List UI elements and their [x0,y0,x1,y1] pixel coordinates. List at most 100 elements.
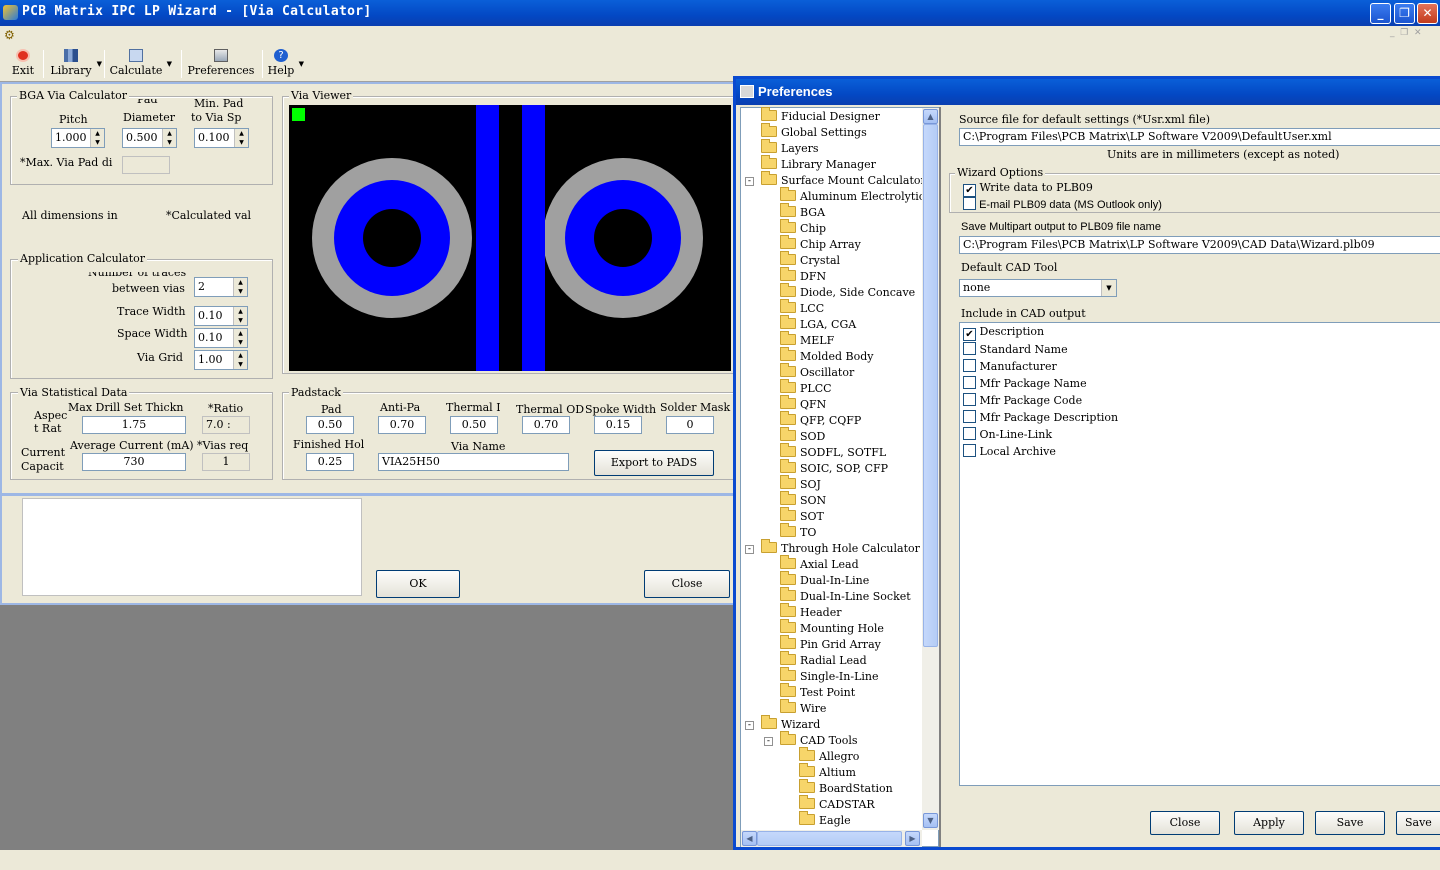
calculate-dropdown-icon[interactable]: ▼ [167,60,172,68]
include-item[interactable]: On-Line-Link [963,427,1052,441]
via-name-field[interactable]: VIA25H50 [378,453,569,471]
scroll-up-icon[interactable]: ▲ [923,109,938,124]
tree-item[interactable]: Axial Lead [780,555,859,573]
tree-hscroll-thumb[interactable] [757,831,902,846]
include-item[interactable]: Mfr Package Description [963,410,1118,424]
chevron-down-icon[interactable]: ▼ [1101,280,1116,296]
ok-button[interactable]: OK [376,570,460,598]
pad-diameter-spinner[interactable]: 0.500 ▲ ▼ [122,128,177,148]
checkmark-icon[interactable]: ✔ [963,184,976,197]
restore-button[interactable]: ❐ [1394,3,1415,24]
spoke-width-field[interactable]: 0.15 [594,416,642,434]
tree-item[interactable]: Global Settings [761,123,867,141]
source-file-field[interactable]: C:\Program Files\PCB Matrix\LP Software … [959,128,1440,146]
library-button[interactable]: Library ▼ [48,46,102,80]
checkbox-icon[interactable]: ✔ [963,328,976,341]
help-button[interactable]: ? Help ▼ [266,46,304,80]
spinner-arrows-icon[interactable]: ▲ ▼ [233,278,247,296]
tree-item[interactable]: Wire [780,699,826,717]
tree-item[interactable]: QFP, CQFP [780,411,861,429]
include-item[interactable]: Mfr Package Name [963,376,1087,390]
preferences-button[interactable]: Preferences [186,46,256,80]
finished-hole-field[interactable]: 0.25 [306,453,354,471]
trace-width-spinner[interactable]: 0.10 ▲ ▼ [194,306,248,326]
export-to-pads-button[interactable]: Export to PADS [594,450,714,476]
collapse-icon[interactable]: - [745,177,754,186]
checkbox-icon[interactable] [963,197,976,210]
pad-field[interactable]: 0.50 [306,416,354,434]
tree-item[interactable]: Mounting Hole [780,619,884,637]
tree-item[interactable]: Wizard [761,715,820,733]
spinner-arrows-icon[interactable]: ▲ ▼ [233,329,247,347]
minimize-button[interactable]: _ [1370,3,1391,24]
tree-item[interactable]: Fiducial Designer [761,107,880,125]
collapse-icon[interactable]: - [745,545,754,554]
spinner-arrows-icon[interactable]: ▲ ▼ [234,129,248,147]
write-plb09-checkbox[interactable]: ✔ Write data to PLB09 [963,181,1093,197]
tree-item[interactable]: Eagle [799,811,851,829]
library-dropdown-icon[interactable]: ▼ [97,60,102,68]
collapse-icon[interactable]: - [745,721,754,730]
tree-item[interactable]: BoardStation [799,779,893,797]
include-item[interactable]: Local Archive [963,444,1056,458]
tree-item[interactable]: Library Manager [761,155,876,173]
tree-item[interactable]: Chip Array [780,235,861,253]
tree-item[interactable]: CAD Tools [780,731,858,749]
tree-item[interactable]: TO [780,523,816,541]
save-multipart-field[interactable]: C:\Program Files\PCB Matrix\LP Software … [959,236,1440,254]
mdi-child-icon[interactable]: ⚙ [4,28,18,42]
scroll-down-icon[interactable]: ▼ [923,813,938,828]
tree-item[interactable]: Crystal [780,251,840,269]
scroll-left-icon[interactable]: ◀ [742,831,757,846]
include-item[interactable]: ✔ Description [963,325,1044,341]
include-item[interactable]: Standard Name [963,342,1068,356]
help-dropdown-icon[interactable]: ▼ [299,60,304,68]
preferences-tree[interactable]: Fiducial Designer Global Settings Layers Li… [740,107,939,847]
tree-item[interactable]: Diode, Side Concave [780,283,915,301]
tree-vertical-scrollbar[interactable]: ▲ ▼ [922,108,939,830]
tree-item[interactable]: Dual-In-Line [780,571,869,589]
spinner-arrows-icon[interactable]: ▲ ▼ [162,129,176,147]
scroll-right-icon[interactable]: ▶ [905,831,920,846]
checkbox-icon[interactable] [963,342,976,355]
checkbox-icon[interactable] [963,410,976,423]
checkbox-icon[interactable] [963,427,976,440]
checkbox-icon[interactable] [963,376,976,389]
mdi-controls-icon[interactable]: _ ❐ ✕ [1390,28,1422,38]
tree-item[interactable]: SOIC, SOP, CFP [780,459,888,477]
tree-item[interactable]: Allegro [799,747,859,765]
spinner-arrows-icon[interactable]: ▲ ▼ [233,307,247,325]
thermal-id-field[interactable]: 0.50 [450,416,498,434]
tree-item[interactable]: Radial Lead [780,651,867,669]
antipad-field[interactable]: 0.70 [378,416,426,434]
checkbox-icon[interactable] [963,359,976,372]
spinner-arrows-icon[interactable]: ▲ ▼ [90,129,104,147]
tree-item[interactable]: Test Point [780,683,855,701]
max-drill-field[interactable]: 1.75 [82,416,186,434]
pref-close-button[interactable]: Close [1150,811,1220,835]
exit-button[interactable]: Exit [8,46,38,80]
tree-horizontal-scrollbar[interactable]: ◀ ▶ [741,830,922,847]
include-item[interactable]: Mfr Package Code [963,393,1082,407]
tree-item[interactable]: Aluminum Electrolytic [780,187,925,205]
tree-item[interactable]: Molded Body [780,347,873,365]
tree-scroll-thumb[interactable] [923,124,938,647]
thermal-od-field[interactable]: 0.70 [522,416,570,434]
pitch-spinner[interactable]: 1.000 ▲ ▼ [51,128,105,148]
tree-item[interactable]: Pin Grid Array [780,635,881,653]
collapse-icon[interactable]: - [764,737,773,746]
tree-item[interactable]: CADSTAR [799,795,875,813]
checkbox-icon[interactable] [963,393,976,406]
tree-item[interactable]: LGA, CGA [780,315,856,333]
tree-item[interactable]: Single-In-Line [780,667,879,685]
via-grid-spinner[interactable]: 1.00 ▲ ▼ [194,350,248,370]
close-window-button[interactable]: ✕ [1417,3,1438,24]
min-pad-spinner[interactable]: 0.100 ▲ ▼ [194,128,249,148]
tree-item[interactable]: Header [780,603,841,621]
calculate-button[interactable]: Calculate ▼ [108,46,172,80]
pref-save-as-button[interactable]: Save [1396,811,1440,835]
checkbox-icon[interactable] [963,444,976,457]
tree-item[interactable]: Dual-In-Line Socket [780,587,911,605]
email-plb09-checkbox[interactable]: E-mail PLB09 data (MS Outlook only) [963,197,1162,211]
average-current-field[interactable]: 730 [82,453,186,471]
